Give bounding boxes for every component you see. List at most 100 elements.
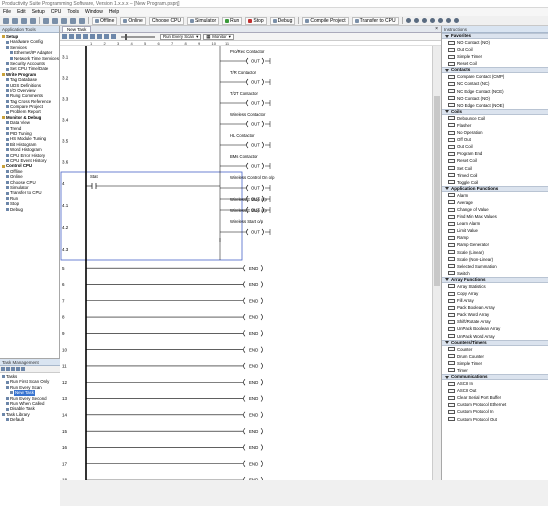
comment-icon[interactable]: [83, 34, 88, 39]
menu-setup[interactable]: Setup: [32, 9, 45, 15]
move-up-icon[interactable]: [11, 367, 15, 371]
data-view-icon[interactable]: [429, 18, 435, 23]
palette-item[interactable]: NO Contact (NO): [442, 95, 548, 102]
find-icon[interactable]: [413, 18, 419, 23]
compile-project-button[interactable]: Compile Project: [302, 16, 349, 25]
palette-item[interactable]: ASCII In: [442, 380, 548, 387]
run-button[interactable]: Run: [222, 16, 243, 25]
palette-item[interactable]: Copy Array: [442, 290, 548, 297]
paste-icon[interactable]: [79, 17, 85, 24]
palette-item[interactable]: Timer: [442, 367, 548, 374]
stop-button[interactable]: Stop: [245, 16, 267, 25]
debug-button[interactable]: Debug: [269, 16, 296, 25]
tag-database-icon[interactable]: [421, 18, 427, 23]
open-file-icon[interactable]: [12, 17, 18, 24]
palette-item[interactable]: Array Statistics: [442, 283, 548, 290]
palette-item[interactable]: Off Out: [442, 136, 548, 143]
palette-item[interactable]: Out Coil: [442, 143, 548, 150]
palette-item[interactable]: Scale (Non-Linear): [442, 256, 548, 263]
scan-mode-select[interactable]: Run Every Scan ▾: [160, 33, 202, 40]
palette-item[interactable]: Counter: [442, 346, 548, 353]
palette-item[interactable]: Change of Value: [442, 206, 548, 213]
tree-item-default[interactable]: Default: [1, 417, 60, 422]
simulator-button[interactable]: Simulator: [187, 16, 220, 25]
menu-window[interactable]: Window: [85, 9, 103, 15]
tab-new-task[interactable]: New Task: [62, 26, 92, 32]
palette-item[interactable]: Shift/Rotate Array: [442, 318, 548, 325]
menu-tools[interactable]: Tools: [67, 9, 79, 15]
wire-icon[interactable]: [97, 34, 102, 39]
palette-item[interactable]: Limit Value: [442, 227, 548, 234]
insert-rung-icon[interactable]: [69, 34, 74, 39]
palette-item[interactable]: UnPack Boolean Array: [442, 325, 548, 332]
palette-item[interactable]: Simple Timer: [442, 360, 548, 367]
monitor-select[interactable]: ▦ Monitor ▾: [203, 33, 234, 40]
palette-item[interactable]: Ramp Generator: [442, 241, 548, 248]
palette-item[interactable]: Scale (Linear): [442, 249, 548, 256]
vertical-scrollbar[interactable]: [432, 46, 441, 480]
palette-item[interactable]: Custom Protocol Ethernet: [442, 401, 548, 408]
menu-cpu[interactable]: CPU: [51, 9, 62, 15]
add-task-icon[interactable]: [1, 367, 5, 371]
print-icon[interactable]: [30, 17, 36, 24]
palette-item[interactable]: Compare Contact (CMP): [442, 73, 548, 80]
palette-item[interactable]: Flasher: [442, 122, 548, 129]
palette-item[interactable]: Simple Timer: [442, 53, 548, 60]
palette-item[interactable]: Clear Serial Port Buffer: [442, 394, 548, 401]
palette-item[interactable]: Drum Counter: [442, 353, 548, 360]
zoom-slider[interactable]: [121, 33, 155, 40]
palette-item[interactable]: No Operation: [442, 129, 548, 136]
menu-help[interactable]: Help: [109, 9, 119, 15]
palette-item[interactable]: Find Min Max Values: [442, 213, 548, 220]
redo-icon[interactable]: [52, 17, 58, 24]
delete-task-icon[interactable]: [6, 367, 10, 371]
palette-item[interactable]: ASCII Out: [442, 387, 548, 394]
delete-rung-icon[interactable]: [76, 34, 81, 39]
new-file-icon[interactable]: [3, 17, 9, 24]
palette-item[interactable]: NC Edge Contact (NCE): [442, 88, 548, 95]
save-icon[interactable]: [21, 17, 27, 24]
help-icon[interactable]: [445, 18, 451, 23]
palette-item[interactable]: Reset Coil: [442, 60, 548, 67]
palette-item[interactable]: NO Contact (NO): [442, 39, 548, 46]
palette-item[interactable]: Toggle Coil: [442, 179, 548, 186]
palette-item[interactable]: UnPack Word Array: [442, 333, 548, 340]
online-button[interactable]: Online: [120, 16, 146, 25]
zoom-icon[interactable]: [405, 18, 411, 23]
palette-item[interactable]: Pack Word Array: [442, 311, 548, 318]
palette-item[interactable]: Average: [442, 199, 548, 206]
palette-item[interactable]: Out Coil: [442, 46, 548, 53]
palette-item[interactable]: Pack Boolean Array: [442, 304, 548, 311]
tree-item-debug[interactable]: Debug: [1, 207, 59, 212]
palette-item[interactable]: Fill Array: [442, 297, 548, 304]
branch-icon[interactable]: [90, 34, 95, 39]
trend-icon[interactable]: [437, 18, 443, 23]
offline-button[interactable]: Offline: [92, 16, 118, 25]
close-icon[interactable]: ×: [435, 26, 438, 32]
add-rung-icon[interactable]: [62, 34, 67, 39]
palette-item[interactable]: Debounce Coil: [442, 115, 548, 122]
move-down-icon[interactable]: [16, 367, 20, 371]
cut-icon[interactable]: [61, 17, 67, 24]
palette-item[interactable]: Selected Summation: [442, 263, 548, 270]
palette-item[interactable]: Custom Protocol In: [442, 408, 548, 415]
palette-item[interactable]: Reset Coil: [442, 157, 548, 164]
transfer-to-cpu-button[interactable]: Transfer to CPU: [351, 16, 399, 25]
palette-item[interactable]: Learn Alarm: [442, 220, 548, 227]
palette-item[interactable]: Switch: [442, 270, 548, 277]
palette-item[interactable]: Program End: [442, 150, 548, 157]
palette-item[interactable]: NO Edge Contact (NOE): [442, 102, 548, 109]
scrollbar-thumb[interactable]: [434, 96, 440, 286]
palette-item[interactable]: Set Coil: [442, 165, 548, 172]
ladder-diagram[interactable]: 3.1 Pro/Rec Contactor OUT 3.2 T/R Contactor O…: [60, 46, 432, 480]
zoom-in-icon[interactable]: [104, 34, 109, 39]
menu-edit[interactable]: Edit: [17, 9, 26, 15]
zoom-out-icon[interactable]: [111, 34, 116, 39]
undo-icon[interactable]: [43, 17, 49, 24]
choose-cpu-button[interactable]: Choose CPU: [148, 16, 185, 25]
properties-icon[interactable]: [21, 367, 25, 371]
palette-item[interactable]: Alarm: [442, 192, 548, 199]
palette-item[interactable]: NC Contact (NC): [442, 80, 548, 87]
copy-icon[interactable]: [70, 17, 76, 24]
palette-item[interactable]: Custom Protocol Out: [442, 416, 548, 423]
